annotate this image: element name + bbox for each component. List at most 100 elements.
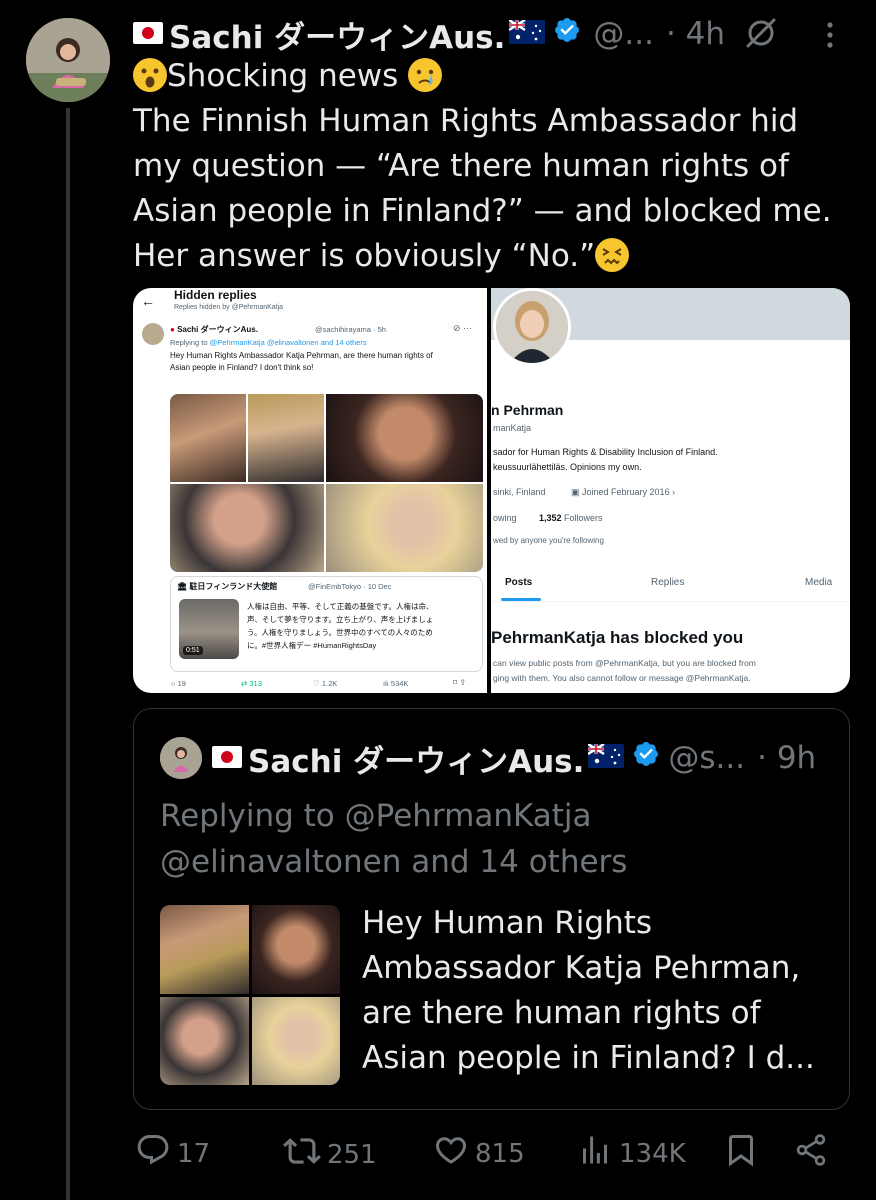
tabs-divider: [491, 601, 850, 602]
quote-australia-flag-icon: [587, 740, 625, 776]
repost-count: 251: [327, 1139, 377, 1170]
mini-replying-targets: @PehrmanKatja @elinavaltonen and 14 othe…: [209, 338, 367, 347]
quote-text-line-2: Ambassador Katja Pehrman,: [362, 950, 801, 986]
like-button[interactable]: 815: [433, 1132, 525, 1175]
embassy-text-3: う。人権を守りましょう。世界中のすべての人々のため: [247, 628, 433, 637]
embassy-video-thumb[interactable]: 0:51: [179, 599, 239, 659]
blocked-profile-screenshot[interactable]: n Pehrman manKatja sador for Human Right…: [491, 288, 850, 693]
mini-avatar: [142, 323, 164, 345]
blocked-text-1: can view public posts from @PehrmanKatja…: [493, 658, 756, 668]
mini-bookmark-share: ⌑ ⇪: [453, 678, 467, 687]
repost-icon: [283, 1132, 327, 1177]
profile-avatar[interactable]: [493, 288, 571, 366]
views-icon: [577, 1132, 619, 1175]
quote-replying-line-1: Replying to @PehrmanKatja: [160, 798, 592, 834]
share-button[interactable]: [793, 1132, 835, 1175]
author-handle[interactable]: @...: [593, 16, 654, 52]
quote-header: Sachi ダーウィンAus. @s... · 9h: [160, 736, 816, 781]
quote-text: Hey Human Rights Ambassador Katja Pehrma…: [362, 901, 832, 1081]
verified-badge-icon[interactable]: [553, 16, 581, 52]
mini-repost-count: ⇄ 313: [241, 679, 262, 688]
views-button[interactable]: 134K: [577, 1132, 686, 1175]
profile-handle: manKatja: [493, 423, 532, 433]
mini-reply-count: ○ 19: [171, 679, 186, 688]
more-icon[interactable]: [825, 22, 835, 52]
tab-replies[interactable]: Replies: [651, 577, 684, 588]
quote-japan-flag-icon: [212, 740, 242, 776]
collage-photo-3: [326, 394, 483, 482]
embassy-handle: @FinEmbTokyo · 10 Dec: [308, 582, 392, 591]
quote-thumb-4: [251, 996, 340, 1085]
mini-tweet-line-2: Asian people in Finland? I don't think s…: [170, 363, 314, 372]
quote-avatar[interactable]: [160, 737, 202, 779]
tweet-line-2: The Finnish Human Rights Ambassador hid: [133, 103, 799, 139]
tweet-time[interactable]: · 4h: [666, 16, 725, 52]
like-count: 815: [475, 1138, 525, 1169]
quote-handle[interactable]: @s...: [668, 740, 745, 776]
confounded-face-icon: [595, 238, 630, 272]
embassy-name-text: 駐日フィンランド大使館: [189, 582, 278, 591]
tab-posts[interactable]: Posts: [505, 577, 532, 588]
embassy-quote-card[interactable]: 🏛 駐日フィンランド大使館 @FinEmbTokyo · 10 Dec 0:51…: [170, 576, 483, 672]
mini-flag-jp-icon: ●: [170, 325, 178, 334]
share-icon: [793, 1132, 835, 1175]
views-count: 134K: [619, 1138, 686, 1169]
tab-media[interactable]: Media: [805, 577, 832, 588]
collage-photo-1: [170, 394, 246, 482]
tweet-line-4: Asian people in Finland?” — and blocked …: [133, 193, 832, 229]
reply-button[interactable]: 17: [135, 1132, 210, 1175]
profile-joined: ▣ Joined February 2016 ›: [571, 487, 676, 497]
quoted-tweet[interactable]: Sachi ダーウィンAus. @s... · 9h Replying to @…: [133, 708, 850, 1110]
crying-face-icon: [408, 58, 443, 92]
quote-author-name[interactable]: Sachi ダーウィンAus.: [248, 736, 584, 781]
author-name[interactable]: Sachi ダーウィンAus.: [169, 12, 505, 57]
mini-replying: Replying to @PehrmanKatja @elinavaltonen…: [170, 338, 367, 347]
mini-tweet-name: ● Sachi ダーウィンAus.: [170, 324, 258, 335]
quote-text-line-4: Asian people in Finland? I d...: [362, 1040, 815, 1076]
face-collage[interactable]: [170, 394, 483, 572]
quote-thumb-3: [160, 996, 249, 1085]
quote-replying-line-2: @elinavaltonen and 14 others: [160, 844, 628, 880]
thread-line: [66, 108, 70, 1200]
bookmark-icon: [723, 1132, 765, 1175]
action-bar: 17 251 815 134K: [133, 1132, 833, 1178]
embassy-text-4: に。#世界人権デー #HumanRightsDay: [247, 641, 377, 650]
tweet-text: Shocking news The Finnish Human Rights A…: [133, 54, 853, 279]
grok-icon[interactable]: [744, 16, 778, 54]
tweet-header: Sachi ダーウィンAus. @... · 4h: [133, 12, 725, 57]
reply-icon: [135, 1132, 177, 1175]
mini-view-count: ılı 534K: [383, 679, 409, 688]
profile-following[interactable]: owing: [493, 513, 517, 523]
collage-photo-4: [170, 484, 324, 572]
quote-replying-to: Replying to @PehrmanKatja @elinavaltonen…: [160, 793, 820, 885]
blocked-text-2: ging with them. You also cannot follow o…: [493, 673, 751, 683]
quote-text-line-3: are there human rights of: [362, 995, 761, 1031]
hidden-replies-screenshot[interactable]: ← Hidden replies Replies hidden by @Pehr…: [133, 288, 487, 693]
like-icon: [433, 1132, 475, 1175]
quote-text-line-1: Hey Human Rights: [362, 905, 653, 941]
repost-button[interactable]: 251: [283, 1132, 377, 1177]
mini-grok-icon: ⊘ ⋯: [453, 323, 473, 333]
back-arrow-icon: ←: [141, 293, 155, 309]
tweet-line-3: my question — “Are there human rights of: [133, 148, 789, 184]
quote-time[interactable]: · 9h: [757, 740, 816, 776]
author-avatar[interactable]: [26, 18, 110, 102]
blocked-title: PehrmanKatja has blocked you: [491, 628, 744, 647]
video-duration: 0:51: [183, 646, 203, 655]
mini-tweet-line-1: Hey Human Rights Ambassador Katja Pehrma…: [170, 351, 433, 360]
reply-count: 17: [177, 1138, 211, 1169]
quote-media-thumbnail[interactable]: [160, 905, 340, 1085]
profile-bio-2: keussuurlähettiläs. Opinions my own.: [493, 462, 642, 472]
bookmark-button[interactable]: [723, 1132, 765, 1175]
shocked-face-icon: [133, 58, 167, 92]
embassy-icon: 🏛: [177, 582, 190, 591]
media-grid[interactable]: ← Hidden replies Replies hidden by @Pehr…: [133, 288, 850, 693]
mini-tweet-handle: @sachihirayama · 5h: [315, 325, 386, 334]
collage-photo-5: [326, 484, 483, 572]
collage-photo-2: [248, 394, 324, 482]
profile-followers[interactable]: 1,352 Followers: [539, 513, 603, 523]
tweet-line-1: Shocking news: [167, 58, 399, 94]
embassy-name: 🏛 駐日フィンランド大使館: [177, 581, 277, 592]
profile-followed-by: wed by anyone you're following: [493, 536, 604, 545]
hidden-replies-subtitle: Replies hidden by @PehrmanKatja: [174, 304, 284, 311]
